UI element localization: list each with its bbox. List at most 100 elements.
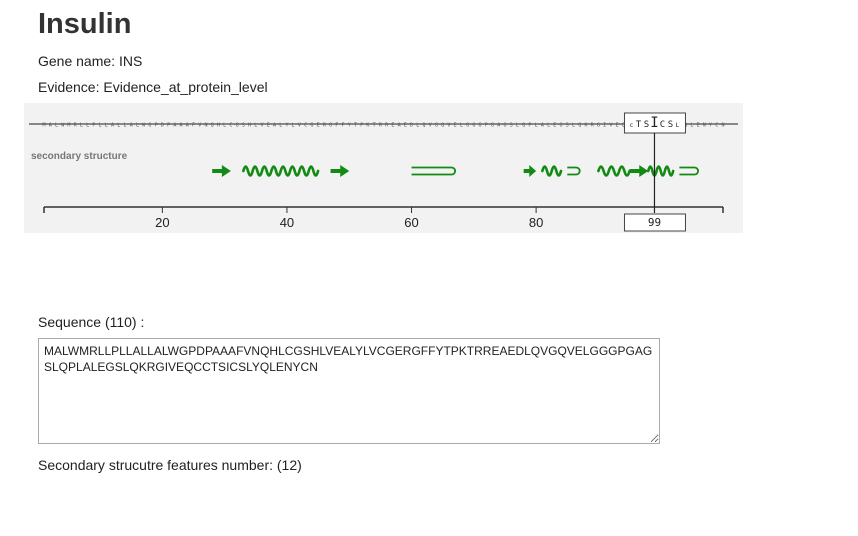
sequence-residue: L bbox=[55, 123, 58, 129]
sequence-residue: G bbox=[472, 123, 475, 129]
sequence-residue: G bbox=[329, 123, 332, 129]
sequence-residue: Y bbox=[285, 123, 288, 129]
highlight-residue: I bbox=[650, 115, 658, 131]
turn-hairpin bbox=[411, 166, 457, 176]
sequence-residue: H bbox=[217, 123, 220, 129]
sequence-residue: V bbox=[298, 123, 301, 129]
sequence-residue: M bbox=[43, 123, 46, 129]
sequence-residue: L bbox=[105, 123, 108, 129]
sequence-residue: G bbox=[466, 123, 469, 129]
sequence-residue: P bbox=[92, 123, 95, 129]
sequence-residue: L bbox=[292, 123, 295, 129]
sequence-residue: L bbox=[80, 123, 83, 129]
feature-viewer-canvas[interactable]: MALWMRLLPLLALLALWGPDPAAAFVNQHLCGSHLVEALY… bbox=[24, 103, 743, 233]
sequence-residue: L bbox=[86, 123, 89, 129]
sequence-residue: P bbox=[485, 123, 488, 129]
turn-hairpin bbox=[567, 166, 581, 176]
sequence-residue: C bbox=[304, 123, 307, 129]
sequence-residue: G bbox=[560, 123, 563, 129]
evidence-level: Evidence: Evidence_at_protein_level bbox=[38, 79, 268, 95]
beta-strand-arrow bbox=[330, 165, 350, 177]
sequence-residue: E bbox=[553, 123, 556, 129]
highlight-residue: S bbox=[668, 120, 673, 130]
highlight-residue: T bbox=[636, 120, 642, 130]
sequence-residue: C bbox=[229, 123, 232, 129]
axis-tick-label: 80 bbox=[529, 215, 543, 230]
sequence-residue: L bbox=[279, 123, 282, 129]
sequence-residue: D bbox=[161, 123, 164, 129]
sequence-residue: Q bbox=[578, 123, 581, 129]
turn-hairpin bbox=[679, 166, 699, 176]
highlight-residue: L bbox=[676, 122, 680, 129]
sequence-residue: S bbox=[510, 123, 513, 129]
sequence-residue: V bbox=[198, 123, 201, 129]
sequence-residue: P bbox=[528, 123, 531, 129]
sequence-residue: A bbox=[173, 123, 176, 129]
sequence-residue: L bbox=[223, 123, 226, 129]
secondary-structure-track-label: secondary structure bbox=[31, 151, 128, 162]
protein-feature-viewer[interactable]: MALWMRLLPLLALLALWGPDPAAAFVNQHLCGSHLVEALY… bbox=[24, 103, 743, 233]
sequence-residue: T bbox=[354, 123, 357, 129]
sequence-residue: L bbox=[516, 123, 519, 129]
sequence-residue: G bbox=[236, 123, 239, 129]
sequence-residue: L bbox=[690, 123, 693, 129]
gene-name: Gene name: INS bbox=[38, 53, 143, 69]
sequence-residue: Y bbox=[348, 123, 351, 129]
sequence-residue: G bbox=[503, 123, 506, 129]
sequence-residue: N bbox=[204, 123, 207, 129]
axis-tick-label: 60 bbox=[404, 215, 418, 230]
sequence-residue: G bbox=[148, 123, 151, 129]
secondary-structure-track[interactable] bbox=[212, 165, 699, 177]
sequence-residue: L bbox=[547, 123, 550, 129]
sequence-residue: E bbox=[454, 123, 457, 129]
sequence-textarea[interactable]: MALWMRLLPLLALLALWGPDPAAAFVNQHLCGSHLVEALY… bbox=[38, 338, 660, 444]
highlight-residue: S bbox=[644, 120, 649, 130]
secondary-features-count: Secondary strucutre features number: (12… bbox=[38, 457, 302, 473]
sequence-residue: A bbox=[398, 123, 401, 129]
sequence-residue: H bbox=[248, 123, 251, 129]
sequence-residue: L bbox=[535, 123, 538, 129]
alpha-helix-coil bbox=[541, 165, 563, 177]
sequence-residue: P bbox=[155, 123, 158, 129]
sequence-residue: M bbox=[67, 123, 70, 129]
sequence-residue: L bbox=[123, 123, 126, 129]
sequence-residue: L bbox=[416, 123, 419, 129]
sequence-residue: K bbox=[584, 123, 587, 129]
sequence-residue: F bbox=[342, 123, 345, 129]
sequence-residue: F bbox=[335, 123, 338, 129]
sequence-residue: E bbox=[616, 123, 619, 129]
sequence-residue: A bbox=[541, 123, 544, 129]
sequence-residue: K bbox=[366, 123, 369, 129]
alpha-helix-coil bbox=[597, 165, 631, 177]
sequence-residue: L bbox=[117, 123, 120, 129]
sequence-residue: G bbox=[310, 123, 313, 129]
sequence-residue: L bbox=[99, 123, 102, 129]
beta-strand-arrow bbox=[212, 165, 231, 177]
sequence-residue: G bbox=[479, 123, 482, 129]
sequence-residue: Q bbox=[422, 123, 425, 129]
sequence-residue: P bbox=[360, 123, 363, 129]
sequence-residue: N bbox=[722, 123, 725, 129]
sequence-residue: Q bbox=[441, 123, 444, 129]
sequence-residue: S bbox=[566, 123, 569, 129]
sequence-residue: E bbox=[697, 123, 700, 129]
sequence-residue: P bbox=[167, 123, 170, 129]
sequence-residue: A bbox=[180, 123, 183, 129]
axis-tick-label: 20 bbox=[155, 215, 169, 230]
sequence-residue: L bbox=[572, 123, 575, 129]
sequence-residue: C bbox=[715, 123, 718, 129]
sequence-residue: A bbox=[186, 123, 189, 129]
axis-tick-label: 40 bbox=[280, 215, 294, 230]
sequence-residue: F bbox=[192, 123, 195, 129]
sequence-residue: A bbox=[49, 123, 52, 129]
beta-strand-arrow bbox=[629, 165, 649, 177]
page-title: Insulin bbox=[38, 8, 132, 40]
sequence-residue: Q bbox=[211, 123, 214, 129]
sequence-residue: A bbox=[111, 123, 114, 129]
sequence-residue: E bbox=[317, 123, 320, 129]
beta-strand-arrow bbox=[523, 165, 537, 177]
sequence-residue: D bbox=[410, 123, 413, 129]
sequence-residue: V bbox=[429, 123, 432, 129]
sequence-residue: G bbox=[435, 123, 438, 129]
position-axis[interactable]: 20 40 60 80 bbox=[43, 206, 724, 230]
